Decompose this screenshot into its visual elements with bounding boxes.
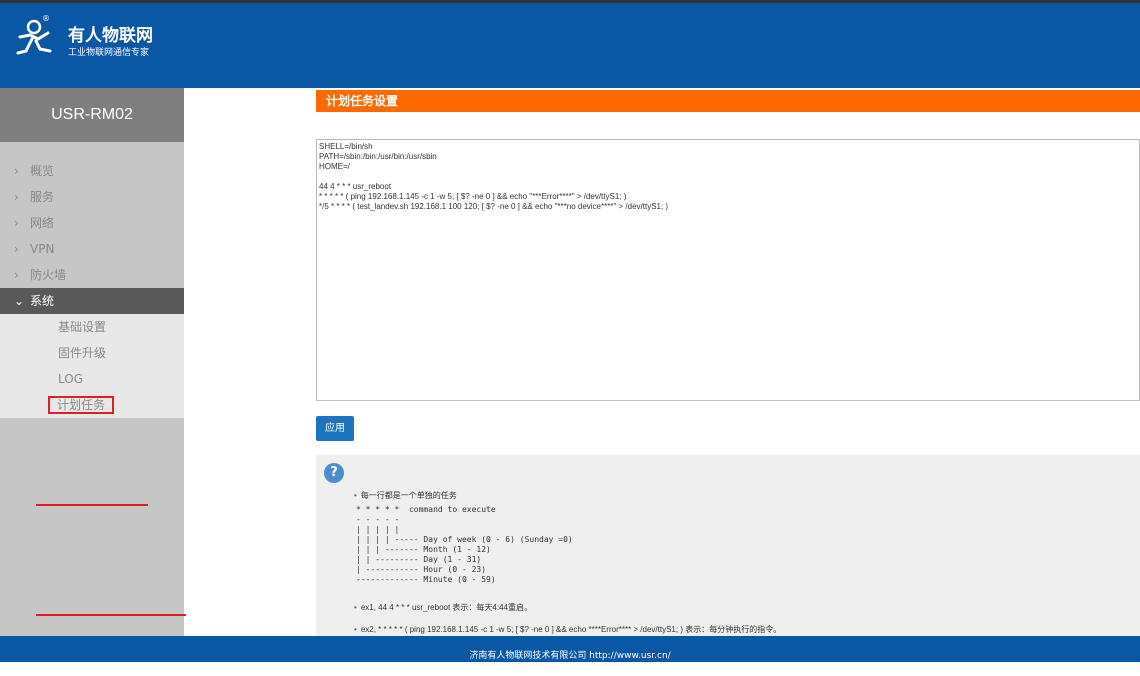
- question-icon: ?: [324, 463, 344, 483]
- sidebar-item-network[interactable]: › 网络: [0, 210, 184, 236]
- bullet-dot: •: [354, 625, 357, 634]
- registered-mark: ®: [42, 14, 50, 23]
- brand-tagline: 工业物联网通信专家: [68, 48, 150, 58]
- sidebar-item-overview[interactable]: › 概览: [0, 158, 184, 184]
- sidebar-item-label: 服务: [30, 190, 55, 204]
- submenu-item-scheduled-tasks[interactable]: 计划任务: [0, 392, 184, 418]
- highlight-underline: [36, 504, 148, 506]
- cron-format-diagram: * * * * * command to execute - - - - - |…: [356, 505, 573, 584]
- bullet-dot: •: [354, 491, 357, 500]
- sidebar-item-label: 防火墙: [30, 268, 67, 282]
- system-submenu: 基础设置 固件升级 LOG 计划任务: [0, 314, 184, 418]
- footer-bar: 济南有人物联网技术有限公司 http://www.usr.cn/: [0, 636, 1140, 662]
- sidebar-menu: › 概览 › 服务 › 网络 › VPN › 防火墙 ⌄ 系统 基础设置 固件升级 LOG …: [0, 158, 184, 418]
- submenu-item-label: 计划任务: [48, 396, 115, 414]
- sidebar-item-system[interactable]: ⌄ 系统: [0, 288, 184, 314]
- sidebar-item-vpn[interactable]: › VPN: [0, 236, 184, 262]
- submenu-item-firmware-upgrade[interactable]: 固件升级: [0, 340, 184, 366]
- help-bullet-text: ex1, 44 4 * * * usr_reboot 表示：每天4:44重启。: [360, 603, 532, 612]
- page-title: 计划任务设置: [316, 90, 1140, 112]
- help-bullet-2: • ex1, 44 4 * * * usr_reboot 表示：每天4:44重启。: [354, 602, 532, 613]
- help-bullet-1: • 每一行都是一个单独的任务: [354, 490, 457, 501]
- help-bullet-3: • ex2, * * * * * ( ping 192.168.1.145 -c …: [354, 624, 781, 635]
- submenu-item-basic-settings[interactable]: 基础设置: [0, 314, 184, 340]
- crontab-textarea[interactable]: SHELL=/bin/sh PATH=/sbin:/bin:/usr/bin:/…: [316, 139, 1140, 401]
- device-model: USR-RM02: [0, 88, 184, 142]
- chevron-right-icon: ›: [14, 216, 19, 230]
- help-bullet-text: 每一行都是一个单独的任务: [360, 491, 457, 500]
- sidebar: USR-RM02 › 概览 › 服务 › 网络 › VPN › 防火墙 ⌄ 系统 基础设置 …: [0, 88, 184, 636]
- sidebar-item-label: 系统: [30, 294, 55, 308]
- chevron-right-icon: ›: [14, 190, 19, 204]
- sidebar-item-label: 网络: [30, 216, 55, 230]
- chevron-right-icon: ›: [14, 242, 19, 256]
- sidebar-item-firewall[interactable]: › 防火墙: [0, 262, 184, 288]
- help-bullet-text: ex2, * * * * * ( ping 192.168.1.145 -c 1…: [360, 625, 782, 634]
- chevron-down-icon: ⌄: [14, 294, 25, 308]
- apply-button[interactable]: 应用: [316, 416, 354, 441]
- help-panel: ? • 每一行都是一个单独的任务 * * * * * command to exe…: [316, 455, 1140, 636]
- submenu-item-log[interactable]: LOG: [0, 366, 184, 392]
- highlight-underline: [36, 614, 186, 616]
- bullet-dot: •: [354, 603, 357, 612]
- sidebar-item-services[interactable]: › 服务: [0, 184, 184, 210]
- chevron-right-icon: ›: [14, 164, 19, 178]
- sidebar-item-label: 概览: [30, 164, 55, 178]
- sidebar-item-label: VPN: [30, 242, 55, 256]
- chevron-right-icon: ›: [14, 268, 19, 282]
- logo-icon: ®: [16, 14, 52, 55]
- header-bar: ® 有人物联网 工业物联网通信专家: [0, 3, 1140, 88]
- brand-name: 有人物联网: [68, 26, 153, 46]
- footer-text: 济南有人物联网技术有限公司 http://www.usr.cn/: [469, 651, 671, 661]
